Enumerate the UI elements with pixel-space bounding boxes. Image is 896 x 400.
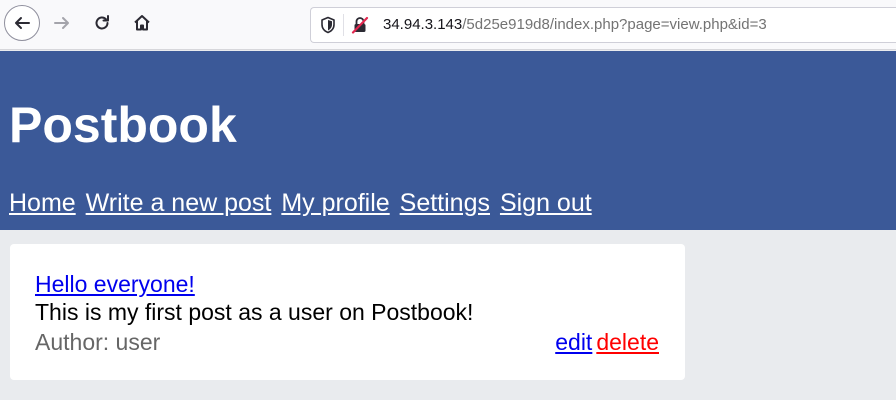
nav-sign-out-link[interactable]: Sign out (500, 189, 592, 217)
url-bar[interactable]: 34.94.3.143/5d25e919d8/index.php?page=vi… (310, 7, 896, 43)
nav-home-link[interactable]: Home (9, 189, 76, 217)
forward-button[interactable] (44, 5, 80, 41)
url-separator (343, 14, 344, 36)
post-card: Hello everyone! This is my first post as… (10, 244, 685, 380)
shield-icon[interactable] (319, 16, 337, 34)
delete-post-link[interactable]: delete (596, 329, 659, 355)
main-nav: Home Write a new post My profile Setting… (9, 188, 595, 218)
post-author: Author: user (35, 329, 161, 355)
edit-post-link[interactable]: edit (555, 329, 592, 355)
browser-toolbar: 34.94.3.143/5d25e919d8/index.php?page=vi… (0, 0, 896, 50)
url-text[interactable]: 34.94.3.143/5d25e919d8/index.php?page=vi… (383, 16, 767, 34)
reload-icon (93, 14, 111, 32)
home-button[interactable] (124, 5, 160, 41)
home-icon (133, 14, 151, 32)
site-header: Postbook Home Write a new post My profil… (0, 51, 896, 230)
post-title-link[interactable]: Hello everyone! (35, 271, 195, 297)
post-body: This is my first post as a user on Postb… (35, 299, 474, 325)
back-arrow-icon (13, 14, 31, 32)
nav-settings-link[interactable]: Settings (400, 189, 490, 217)
nav-write-post-link[interactable]: Write a new post (86, 189, 272, 217)
reload-button[interactable] (84, 5, 120, 41)
nav-my-profile-link[interactable]: My profile (281, 189, 389, 217)
url-path: /5d25e919d8/index.php?page=view.php&id=3 (462, 16, 767, 33)
back-button[interactable] (4, 5, 40, 41)
site-title: Postbook (9, 97, 237, 153)
forward-arrow-icon (53, 14, 71, 32)
url-host: 34.94.3.143 (383, 16, 463, 33)
insecure-lock-icon[interactable] (351, 16, 369, 34)
post-actions: edit delete (555, 329, 659, 355)
